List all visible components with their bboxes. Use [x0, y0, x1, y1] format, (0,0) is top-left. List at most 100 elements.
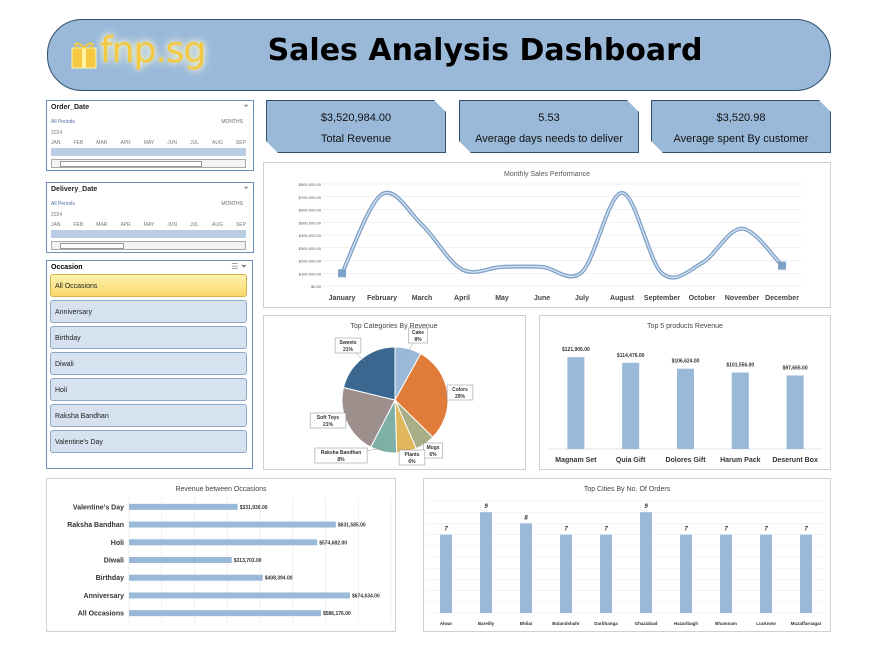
categories-pie-panel: Top Categories By Revenue Cake 8% Colors 29%…	[263, 315, 526, 470]
bar	[480, 512, 492, 613]
occasion-revenue-panel: Revenue between Occasions $331,930.00 Vale…	[46, 478, 396, 632]
slicer-item-raksha-bandhan[interactable]: Raksha Bandhan	[50, 404, 247, 427]
slicer-item-all-occasions[interactable]: All Occasions	[50, 274, 247, 297]
page-title: Sales Analysis Dashboard	[267, 33, 703, 68]
timeline-level-dropdown[interactable]: MONTHS	[221, 201, 243, 207]
top-cities-chart: Top Cities By No. Of Orders 7 Alwar 9 Bareil…	[426, 486, 826, 626]
x-tick-label: Hazaribagh	[674, 621, 699, 626]
timeline-periods: All Periods	[51, 119, 75, 125]
month-label: AUG	[212, 222, 223, 228]
slice-percent: 6%	[429, 452, 437, 458]
slicer-item-birthday[interactable]: Birthday	[50, 326, 247, 349]
chart-title: Revenue between Occasions	[175, 486, 267, 493]
slicer-item-anniversary[interactable]: Anniversary	[50, 300, 247, 323]
timeline-scrollbar[interactable]	[51, 159, 246, 168]
month-label: SEP	[235, 222, 246, 228]
order-date-timeline[interactable]: Order_Date ⏷ All Periods MONTHS 2024 JAN…	[46, 100, 254, 171]
y-tick-label: Valentine's Day	[73, 504, 124, 511]
timeline-selection-bar[interactable]	[51, 230, 246, 238]
slice-label: Mugs	[426, 445, 439, 451]
clear-filter-icon[interactable]: ⏷	[243, 185, 249, 193]
bar	[129, 521, 336, 528]
month-label: FEB	[73, 140, 84, 146]
y-tick-label: $500,000.00	[299, 220, 322, 225]
data-label: $101,556.00	[726, 362, 754, 368]
kpi-value: $3,520.98	[716, 112, 766, 124]
x-tick-label: September	[644, 295, 680, 302]
scroll-thumb[interactable]	[60, 243, 124, 249]
data-label: $121,905.00	[562, 347, 590, 353]
top-products-panel: Top 5 products Revenue $121,905.00 Magnam …	[539, 315, 831, 470]
timeline-level-dropdown[interactable]: MONTHS	[221, 119, 243, 125]
bar	[731, 372, 749, 449]
slicer-item-diwali[interactable]: Diwali	[50, 352, 247, 375]
slice-percent: 6%	[408, 459, 416, 465]
y-tick-label: $600,000.00	[299, 208, 322, 213]
slice-percent: 21%	[343, 347, 354, 353]
slice-label: Colors	[452, 387, 468, 393]
data-label: 7	[564, 527, 568, 533]
multi-select-icon[interactable]: ☰	[231, 262, 238, 271]
bar	[622, 362, 640, 449]
bar	[129, 557, 232, 563]
month-label: FEB	[73, 222, 84, 228]
y-tick-label: Holi	[111, 540, 124, 547]
month-label: JUL	[190, 222, 199, 228]
y-tick-label: Anniversary	[84, 593, 125, 600]
data-label: $586,176.00	[323, 611, 351, 617]
x-tick-label: Quia Gift	[616, 457, 646, 464]
bar	[720, 534, 732, 613]
timeline-selection-bar[interactable]	[51, 148, 246, 156]
kpi-label: Average spent By customer	[673, 133, 809, 145]
kpi-total-revenue: $3,520,984.00 Total Revenue	[266, 100, 446, 153]
timeline-months: JAN FEB MAR APR MAY JUN JUL AUG SEP	[51, 222, 246, 228]
y-tick-label: $400,000.00	[299, 233, 322, 238]
x-tick-label: February	[367, 295, 397, 302]
top-products-chart: Top 5 products Revenue $121,905.00 Magnam …	[548, 323, 822, 464]
clear-filter-icon[interactable]: ⏷	[243, 103, 249, 111]
month-label: MAR	[96, 140, 108, 146]
scroll-thumb[interactable]	[60, 161, 202, 167]
kpi-label: Average days needs to deliver	[475, 133, 623, 145]
y-tick-label: $800,000.00	[299, 182, 322, 187]
line-marker	[338, 269, 346, 278]
x-tick-label: January	[329, 295, 356, 302]
timeline-title: Order_Date	[51, 104, 90, 111]
slicer-item-holi[interactable]: Holi	[50, 378, 247, 401]
month-label: APR	[120, 140, 131, 146]
data-label: $114,476.00	[617, 353, 645, 359]
month-label: MAY	[143, 140, 155, 146]
bar	[760, 534, 772, 613]
month-label: JAN	[51, 140, 61, 146]
categories-pie-chart: Top Categories By RevenueCake8%Colors29%…	[309, 323, 474, 466]
delivery-date-timeline[interactable]: Delivery_Date ⏷ All Periods MONTHS 2024 …	[46, 182, 254, 253]
monthly-sales-chart-panel: Monthly Sales Performance $0.00 $100,000.0…	[263, 162, 831, 308]
bar	[680, 534, 692, 613]
timeline-scrollbar[interactable]	[51, 241, 246, 250]
slice-percent: 8%	[337, 457, 345, 463]
data-label: $574,682.00	[319, 540, 347, 546]
bar	[786, 375, 804, 449]
clear-filter-icon[interactable]: ⏷	[241, 262, 247, 271]
month-label: AUG	[212, 140, 223, 146]
x-tick-label: Ghaziabad	[635, 621, 658, 626]
x-tick-label: Lucknow	[756, 621, 776, 626]
data-label: 9	[484, 504, 488, 510]
slice-percent: 21%	[323, 422, 334, 428]
chart-title: Top 5 products Revenue	[647, 323, 723, 330]
timeline-months: JAN FEB MAR APR MAY JUN JUL AUG SEP	[51, 140, 246, 146]
data-label: 7	[684, 527, 688, 533]
x-tick-label: Muzaffarnagar	[791, 621, 822, 626]
bar	[520, 523, 532, 613]
x-tick-label: Harum Pack	[720, 457, 761, 464]
slicer-item-valentines-day[interactable]: Valentine's Day	[50, 430, 247, 453]
data-label: $97,665.00	[783, 365, 808, 371]
bar	[800, 534, 812, 613]
y-tick-label: Raksha Bandhan	[67, 522, 124, 529]
timeline-year: 2024	[51, 130, 63, 136]
data-label: $313,703.00	[234, 558, 262, 564]
x-tick-label: November	[725, 295, 760, 302]
x-tick-label: March	[412, 295, 433, 302]
y-tick-label: All Occasions	[78, 611, 124, 618]
x-tick-label: Darbhanga	[594, 621, 618, 626]
